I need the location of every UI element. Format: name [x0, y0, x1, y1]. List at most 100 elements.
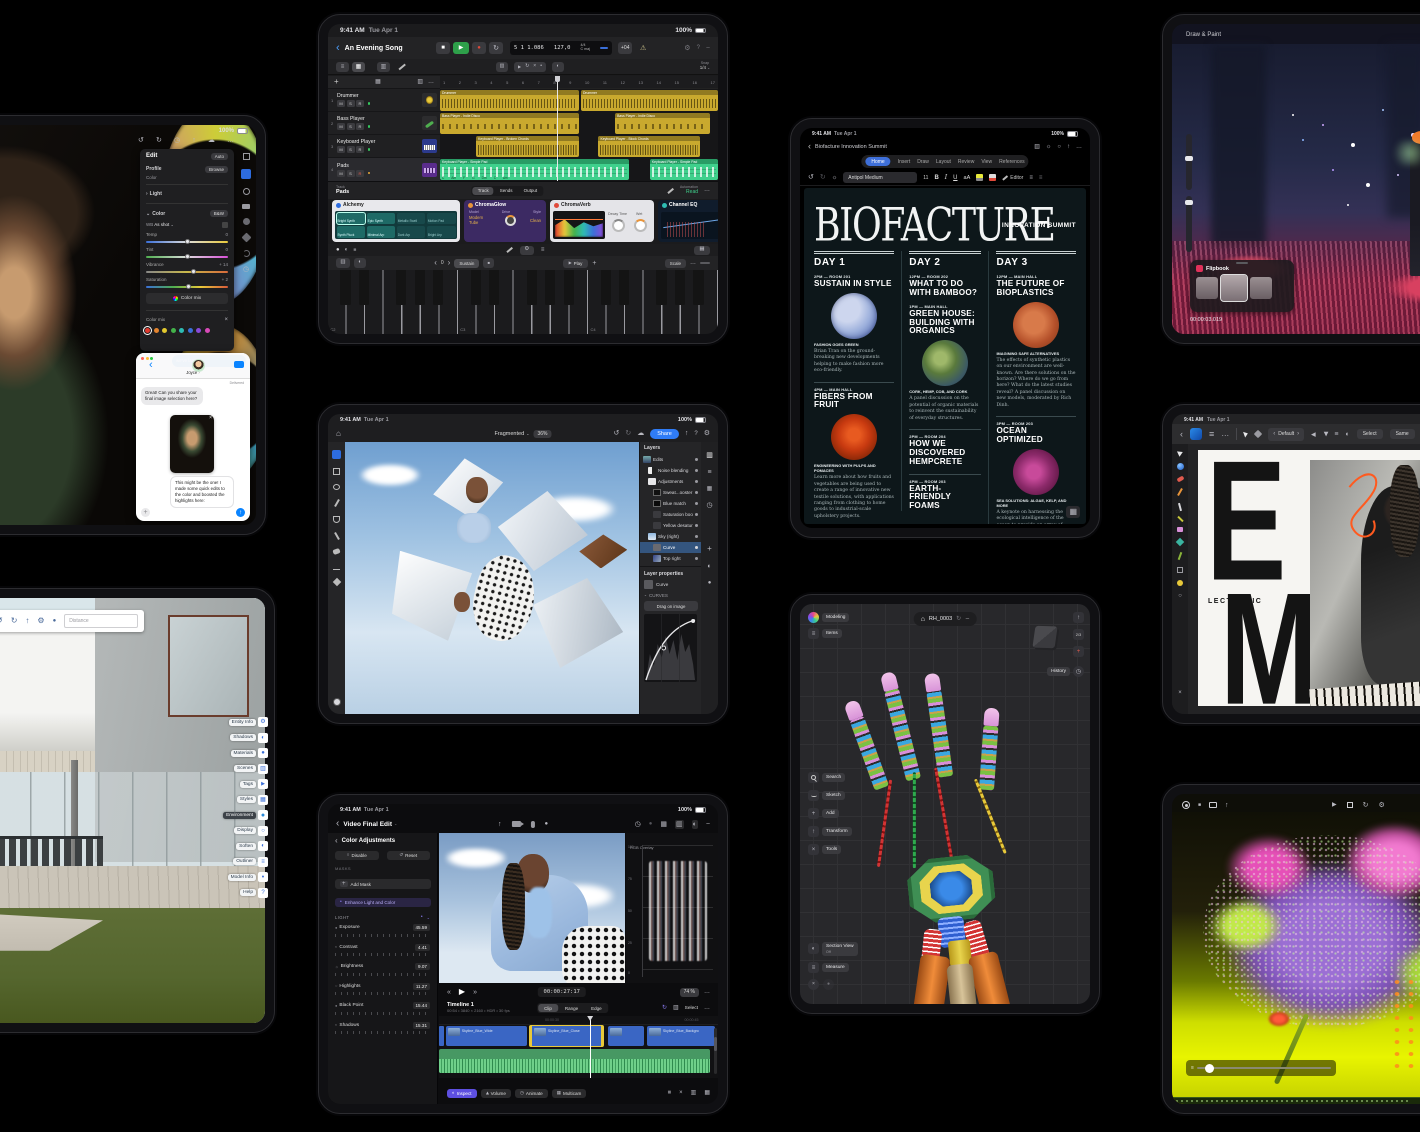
undo-icon[interactable]: ↺ — [0, 617, 3, 625]
lightbulb-icon[interactable]: ☼ — [1046, 144, 1052, 150]
collapse-icon[interactable]: ⌄ — [427, 916, 430, 920]
style-value[interactable]: Clean — [530, 218, 541, 223]
share-icon[interactable]: ↑ — [498, 821, 502, 828]
undo-icon[interactable]: ↺ — [138, 137, 144, 144]
versions-icon[interactable]: ◷ — [243, 266, 249, 273]
eyedropper-icon[interactable] — [222, 222, 228, 228]
render-scrubber[interactable]: ≡ — [1186, 1060, 1336, 1076]
animate-button[interactable]: ◷Animate — [515, 1089, 548, 1098]
pencil-icon[interactable] — [506, 247, 512, 253]
layer-row-topright[interactable]: Top right — [640, 553, 701, 564]
app-icon[interactable] — [1190, 428, 1202, 440]
pencil-tool-icon[interactable] — [1177, 488, 1183, 496]
view-editor-icon[interactable]: ▥ — [377, 62, 390, 72]
scrubber-track[interactable] — [1197, 1067, 1331, 1069]
record-button[interactable]: ● — [472, 42, 486, 54]
add-track-icon[interactable]: + — [334, 78, 339, 86]
panel-entity-info[interactable]: Entity Info⚙ — [229, 717, 268, 727]
panel-outliner[interactable]: Outliner≡ — [233, 857, 268, 867]
select-button[interactable]: Select — [685, 1006, 698, 1011]
move-tool-icon[interactable] — [332, 450, 341, 459]
move-icon[interactable]: + — [592, 260, 596, 267]
project-title[interactable]: Video Final Edit — [343, 821, 392, 828]
plugin-chromaglow[interactable]: ChromaGlow ModelDriveStyle Modern Tube C… — [464, 200, 546, 242]
tab-references[interactable]: References — [999, 159, 1025, 165]
piano-black-key[interactable] — [545, 270, 555, 305]
document-pill[interactable]: ⌂ RH_0003 ↻ − — [914, 612, 977, 626]
alchemy-pad[interactable]: Synth Pluck — [337, 226, 366, 238]
eraser-tool-icon[interactable] — [332, 548, 340, 555]
bullet-list-icon[interactable]: ≡ — [1029, 175, 1033, 181]
piano-black-key[interactable] — [359, 270, 369, 305]
back-icon[interactable]: ‹ — [335, 837, 338, 845]
tab-output[interactable]: Output — [519, 187, 543, 195]
close-icon[interactable]: × — [224, 317, 228, 323]
curves-section-header[interactable]: ⌄CURVES — [640, 590, 701, 601]
scale-button[interactable]: Scale — [665, 259, 686, 268]
masking-icon[interactable] — [241, 169, 251, 179]
automation-value[interactable]: Read — [680, 190, 698, 196]
panel-tags[interactable]: Tags▶ — [240, 779, 268, 789]
skip-back-icon[interactable]: « — [447, 989, 451, 996]
panel-materials[interactable]: Materials● — [231, 748, 268, 758]
auto-button[interactable]: Auto — [211, 153, 228, 160]
layer-row-curve-selected[interactable]: Curve — [640, 542, 701, 553]
shape-tool-icon[interactable] — [332, 578, 340, 586]
magic-icon[interactable]: • — [421, 915, 423, 920]
solo-button[interactable]: S — [347, 100, 355, 107]
playhead[interactable] — [557, 76, 558, 181]
back-icon[interactable]: ‹ — [336, 43, 340, 54]
cycle-button[interactable]: ↻ — [489, 42, 503, 54]
mic-icon[interactable] — [530, 821, 534, 828]
font-color-icon[interactable] — [989, 174, 996, 181]
color-swatch-yellow[interactable] — [162, 328, 167, 333]
case-button[interactable]: aA — [964, 175, 971, 181]
volume-button[interactable]: ▶Volume — [481, 1089, 511, 1098]
alchemy-pad[interactable]: Metallic Swell — [397, 213, 426, 225]
camera-icon[interactable] — [511, 821, 520, 827]
eye-icon[interactable] — [695, 524, 698, 527]
panel-shadows[interactable]: Shadows◐ — [230, 733, 268, 743]
pencil-tool-icon[interactable] — [398, 63, 405, 69]
piano-black-key[interactable] — [340, 270, 350, 305]
same-button[interactable]: Same — [1390, 429, 1415, 439]
media-icon[interactable]: ▥ — [675, 820, 684, 829]
snap-value[interactable]: 1/4 — [700, 66, 706, 71]
send-button[interactable]: ↑ — [236, 508, 245, 517]
lock-icon[interactable]: ■ — [1198, 803, 1201, 808]
axis-icon[interactable]: + — [1073, 646, 1084, 657]
panel-styles[interactable]: Styles▦ — [237, 795, 268, 805]
piano-black-key[interactable] — [415, 270, 425, 305]
play-gesture-button[interactable]: ▶Play — [563, 259, 589, 268]
light-section-row[interactable]: ›Light — [140, 189, 234, 199]
settings-icon[interactable]: ⚙ — [1379, 802, 1385, 809]
sphere-tool-icon[interactable] — [1177, 463, 1184, 470]
crop-tool-icon[interactable] — [1177, 567, 1183, 573]
italic-button[interactable]: I — [945, 174, 947, 181]
scopes-icon[interactable]: ◐ — [692, 820, 698, 829]
sustain-button[interactable]: Sustain — [454, 259, 479, 268]
flipbook-frame-current[interactable] — [1221, 275, 1247, 301]
more-icon[interactable]: … — [1221, 430, 1229, 438]
tab-view[interactable]: View — [981, 159, 992, 165]
piano-black-key[interactable] — [601, 270, 611, 305]
eye-icon[interactable] — [695, 535, 698, 538]
mask-icon[interactable]: ◐ — [707, 563, 711, 570]
isolate-icon[interactable]: × — [808, 979, 819, 990]
flip-v-icon[interactable]: ▶ — [1322, 432, 1328, 437]
count-in-display[interactable]: +04 — [618, 42, 632, 54]
zoom-tool-icon[interactable]: ○ — [1178, 593, 1182, 599]
skip-fwd-icon[interactable]: » — [473, 989, 477, 996]
color-swatch-purple[interactable] — [196, 328, 201, 333]
help-icon[interactable]: ? — [694, 431, 697, 437]
history-icon[interactable]: ◷ — [174, 137, 180, 144]
eraser-tool-icon[interactable] — [1177, 527, 1183, 532]
inspect-button[interactable]: ◐Inspect — [447, 1089, 477, 1098]
record-dot-icon[interactable]: ● — [336, 247, 340, 253]
cursor-tool-icon[interactable] — [1243, 430, 1249, 437]
catch-icon[interactable]: ▥ — [417, 79, 423, 85]
mirror-icon[interactable]: ↑ — [1073, 612, 1084, 623]
browser-icon[interactable]: ▦ — [660, 821, 667, 828]
ps-canvas[interactable] — [345, 442, 639, 714]
keyboard-mode-icon[interactable]: ▥ — [336, 258, 350, 268]
